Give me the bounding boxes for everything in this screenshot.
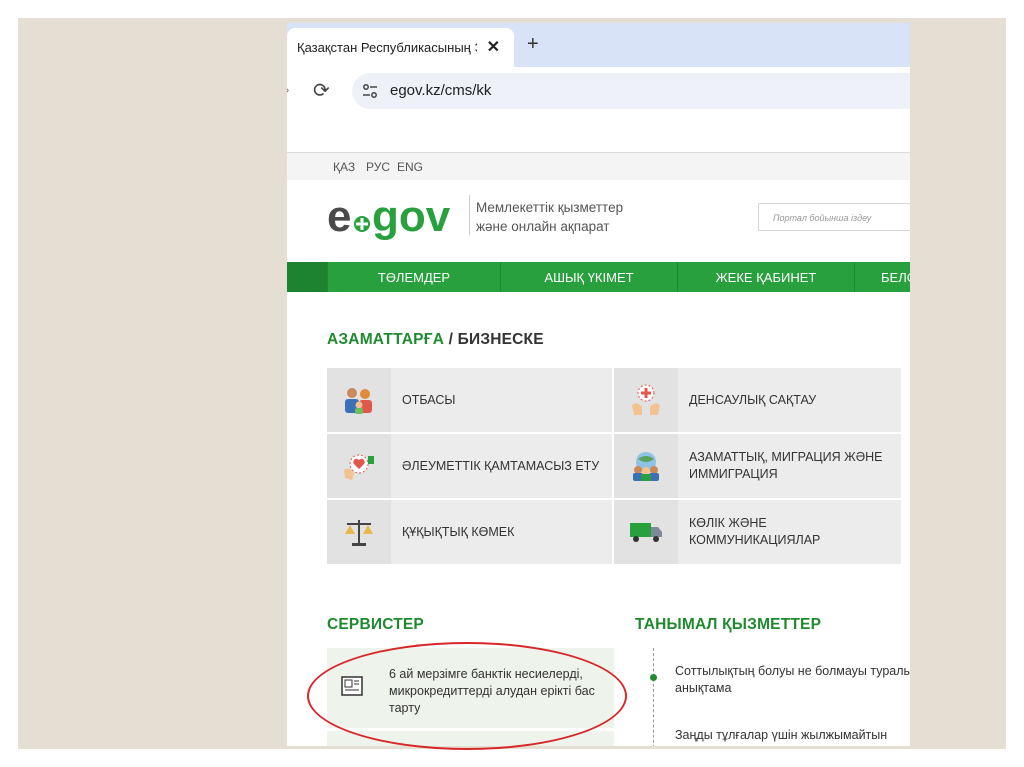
portal-search-input[interactable]: Портал бойынша іздеу [758,203,910,231]
tagline-line-2: және онлайн ақпарат [476,219,610,234]
tab-title: Қазақстан Республикасының Э [297,40,477,55]
url-text: egov.kz/cms/kk [390,82,492,99]
category-transport[interactable]: КӨЛІК ЖӘНЕ КОММУНИКАЦИЯЛАР [614,500,901,564]
lang-rus[interactable]: РУС [366,160,390,174]
category-label: КӨЛІК ЖӘНЕ КОММУНИКАЦИЯЛАР [689,516,821,547]
category-label: ӘЛЕУМЕТТІК ҚАМТАМАСЫЗ ЕТУ [402,458,600,473]
main-nav: ТӨЛЕМДЕР АШЫҚ ҮКІМЕТ ЖЕКЕ ҚАБИНЕТ БЕЛС [287,262,910,292]
category-label: ОТБАСЫ [402,392,456,407]
browser-tab[interactable]: Қазақстан Республикасының Э ✕ [287,28,514,67]
lang-kaz[interactable]: ҚАЗ [333,160,355,174]
health-icon-graphic [632,384,660,415]
nav-personal-cabinet[interactable]: ЖЕКЕ ҚАБИНЕТ [677,262,854,292]
new-tab-button[interactable]: + [527,33,539,56]
category-label: ДЕНСАУЛЫҚ САҚТАУ [689,392,817,407]
reload-icon[interactable]: ⟳ [313,78,330,103]
legal-scales-icon-graphic [345,520,373,546]
nav-open-government[interactable]: АШЫҚ ҮКІМЕТ [500,262,677,292]
popular-item-2[interactable]: Заңды тұлғалар үшін жылжымайтын [675,727,910,744]
browser-screenshot: Қазақстан Республикасының Э ✕ + › ⟳ egov… [287,23,910,746]
legal-scales-icon [327,500,391,564]
lang-eng[interactable]: ENG [397,160,423,174]
popular-timeline [653,648,654,746]
browser-toolbar: › ⟳ egov.kz/cms/kk [287,67,910,115]
family-icon [327,368,391,432]
category-social-care[interactable]: ӘЛЕУМЕТТІК ҚАМТАМАСЫЗ ЕТУ [327,434,612,498]
logo-divider [469,195,470,235]
section-title-separator: / [444,331,458,348]
address-bar[interactable]: egov.kz/cms/kk [352,73,910,109]
health-icon [614,368,678,432]
language-bar: ҚАЗ РУС ENG [287,153,910,180]
truck-icon-graphic [630,523,662,542]
site-tagline: Мемлекеттік қызметтер және онлайн ақпара… [476,198,623,236]
section-title-citizens[interactable]: АЗАМАТТАРҒА [327,331,444,348]
section-title-business[interactable]: БИЗНЕСКЕ [458,331,544,348]
timeline-dot [650,674,657,681]
tab-bar: Қазақстан Республикасының Э ✕ + [287,23,910,67]
popular-item-1[interactable]: Соттылықтың болуы не болмауы туралы анық… [675,663,910,697]
egov-logo[interactable]: e gov [327,191,465,243]
svg-text:gov: gov [372,192,451,241]
highlight-circle-annotation [307,642,627,750]
close-tab-icon[interactable]: ✕ [487,37,500,57]
social-care-icon [327,434,391,498]
category-migration[interactable]: АЗАМАТТЫҚ, МИГРАЦИЯ ЖӘНЕ ИММИГРАЦИЯ [614,434,901,498]
category-health[interactable]: ДЕНСАУЛЫҚ САҚТАУ [614,368,901,432]
truck-icon [614,500,678,564]
family-icon-graphic [345,388,372,414]
nav-home-block[interactable] [287,262,327,292]
category-family[interactable]: ОТБАСЫ [327,368,612,432]
back-arrow-icon[interactable]: › [287,82,289,97]
nav-more[interactable]: БЕЛС [854,262,910,292]
category-grid: ОТБАСЫ ДЕНСАУЛЫҚ САҚТАУ ӘЛЕУМЕТТІК ҚАМТА… [327,368,910,567]
category-legal-help[interactable]: ҚҰҚЫҚТЫҚ КӨМЕК [327,500,612,564]
migration-icon [614,434,678,498]
section-title: АЗАМАТТАРҒА / БИЗНЕСКЕ [327,331,544,349]
tagline-line-1: Мемлекеттік қызметтер [476,200,624,215]
svg-text:e: e [327,192,351,241]
popular-services-title: ТАНЫМАЛ ҚЫЗМЕТТЕР [635,616,822,633]
slide-frame: Қазақстан Республикасының Э ✕ + › ⟳ egov… [0,0,1024,767]
services-title: СЕРВИСТЕР [327,616,424,633]
social-care-icon-graphic [344,454,374,480]
nav-payments[interactable]: ТӨЛЕМДЕР [327,262,500,292]
category-label: АЗАМАТТЫҚ, МИГРАЦИЯ ЖӘНЕ ИММИГРАЦИЯ [689,450,883,481]
migration-icon-graphic [633,452,659,481]
category-label: ҚҰҚЫҚТЫҚ КӨМЕК [402,524,515,539]
site-settings-icon[interactable] [362,83,378,99]
